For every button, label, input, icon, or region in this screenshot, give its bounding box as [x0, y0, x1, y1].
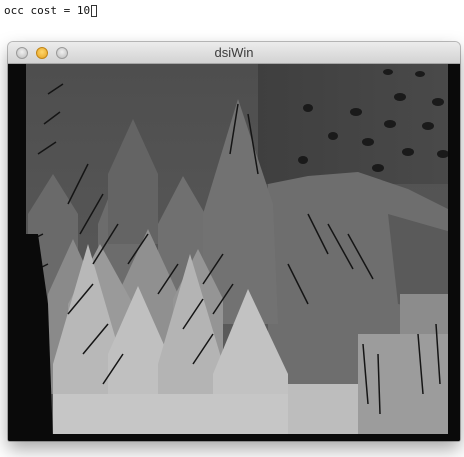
terminal-text: occ cost = 10: [4, 4, 91, 17]
text-cursor: [91, 4, 98, 17]
dsi-window[interactable]: dsiWin: [8, 42, 460, 441]
disparity-image-view[interactable]: [8, 64, 460, 441]
terminal-line: occ cost = 10: [4, 4, 98, 17]
window-title: dsiWin: [214, 45, 254, 60]
disparity-map-image: [8, 64, 460, 441]
window-titlebar[interactable]: dsiWin: [8, 42, 460, 64]
